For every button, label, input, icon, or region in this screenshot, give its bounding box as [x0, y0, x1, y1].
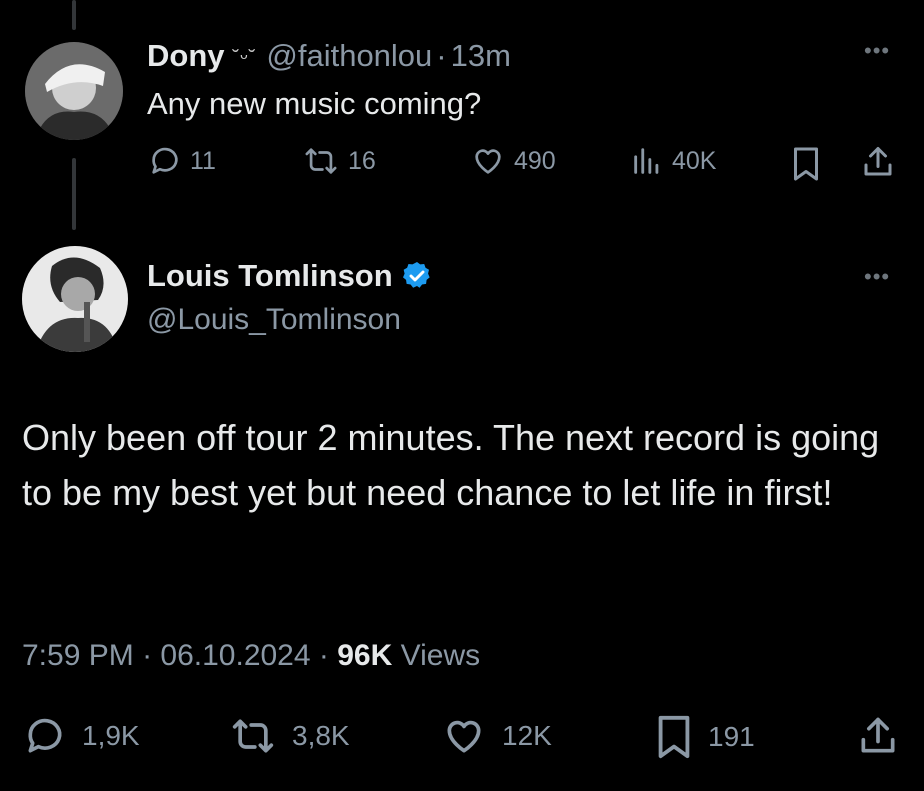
meta-separator: · — [133, 639, 161, 672]
parent-timestamp[interactable]: 13m — [451, 38, 511, 73]
parent-handle[interactable]: @faithonlou — [266, 38, 432, 73]
like-count: 12K — [502, 720, 552, 751]
meta-separator: · — [310, 639, 338, 672]
parent-like-button[interactable]: 490 — [470, 144, 556, 178]
author-display-name[interactable]: Louis Tomlinson — [147, 254, 393, 298]
parent-separator: · — [436, 38, 447, 73]
parent-name-emoji: ˘ᵕ˘ — [232, 47, 257, 69]
tweet-views-count: 96K — [337, 639, 393, 672]
parent-share-button[interactable] — [860, 144, 896, 180]
tweet-text: Only been off tour 2 minutes. The next r… — [22, 417, 880, 513]
parent-repost-button[interactable]: 16 — [302, 144, 376, 178]
heart-icon — [447, 720, 481, 753]
author-handle[interactable]: @Louis_Tomlinson — [147, 298, 401, 342]
parent-display-name[interactable]: Dony — [147, 38, 225, 73]
tweet-date[interactable]: 06.10.2024 — [160, 639, 310, 672]
parent-views-count: 40K — [672, 146, 717, 175]
parent-bookmark-button[interactable] — [790, 146, 822, 182]
like-button[interactable]: 12K — [440, 714, 552, 758]
bookmark-button[interactable]: 191 — [654, 714, 755, 760]
tweet-views-label: Views — [400, 639, 481, 672]
repost-icon — [232, 719, 274, 753]
parent-tweet-text: Any new music coming? — [147, 86, 482, 121]
share-button[interactable] — [856, 714, 900, 758]
reply-icon — [28, 718, 62, 753]
tweet-time[interactable]: 7:59 PM — [22, 639, 134, 672]
parent-reply-count: 11 — [190, 146, 216, 175]
tweet-meta: 7:59 PM · 06.10.2024 · 96K Views — [22, 632, 480, 680]
thread-line-top — [72, 0, 76, 30]
author-more-icon[interactable]: ••• — [864, 264, 890, 290]
reply-button[interactable]: 1,9K — [22, 714, 140, 758]
views-icon — [634, 148, 659, 174]
bookmark-count: 191 — [708, 721, 755, 752]
bookmark-icon — [794, 147, 818, 181]
parent-repost-count: 16 — [348, 146, 376, 175]
thread-line-connector — [72, 158, 76, 230]
repost-icon — [305, 148, 337, 174]
bookmark-icon — [658, 715, 690, 759]
parent-reply-button[interactable]: 11 — [148, 144, 216, 178]
verified-badge-icon — [402, 262, 430, 288]
author-display-name-row: Louis Tomlinson — [147, 254, 433, 298]
parent-like-count: 490 — [514, 146, 556, 175]
reply-icon — [152, 147, 178, 174]
heart-icon — [475, 149, 501, 174]
parent-avatar[interactable] — [25, 42, 123, 140]
parent-views-button[interactable]: 40K — [630, 144, 716, 178]
repost-count: 3,8K — [292, 720, 350, 751]
reply-count: 1,9K — [82, 720, 140, 751]
share-icon — [864, 147, 892, 176]
author-avatar[interactable] — [22, 246, 128, 352]
repost-button[interactable]: 3,8K — [228, 714, 350, 758]
share-icon — [861, 717, 895, 753]
parent-more-icon[interactable]: ••• — [864, 38, 890, 64]
parent-header: Dony ˘ᵕ˘ @faithonlou · 13m — [147, 36, 511, 80]
